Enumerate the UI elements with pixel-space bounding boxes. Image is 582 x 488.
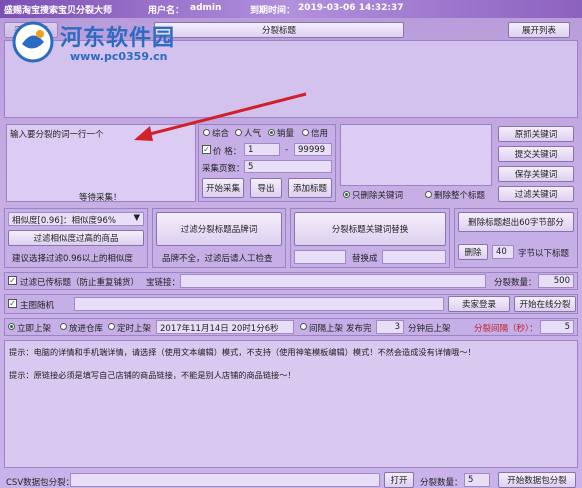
price-checkbox[interactable]: ✓ <box>202 145 211 154</box>
sort-option-3: 信用 <box>311 129 329 139</box>
publish-warehouse-label: 放进仓库 <box>69 324 104 334</box>
similarity-hint: 建议选择过滤0.96以上的相似度 <box>12 254 133 264</box>
submit-keyword-button[interactable]: 提交关键词 <box>498 146 574 162</box>
price-min-input[interactable]: 1 <box>244 143 280 156</box>
original-keyword-button[interactable]: 原抓关键词 <box>498 126 574 142</box>
tips-log-area[interactable]: 提示：电脑的详情和手机端详情，请选择（使用文本编辑）模式，不支持（使用神笔模板编… <box>4 340 578 468</box>
bottom-split-count-input[interactable]: 5 <box>464 473 490 487</box>
delete-short-button[interactable]: 删除 <box>458 244 488 260</box>
price-separator: - <box>285 145 289 155</box>
expiry-value: 2019-03-06 14:32:37 <box>298 3 404 13</box>
minutes-after-label: 分钟后上架 <box>408 324 451 334</box>
delete-length-suffix: 字节以下标题 <box>518 249 570 259</box>
split-interval-input[interactable]: 5 <box>540 320 574 334</box>
split-interval-label: 分裂间隔（秒）： <box>474 324 538 334</box>
watermark: 河东软件园 www.pc0359.cn <box>10 18 240 68</box>
save-keyword-button[interactable]: 保存关键词 <box>498 166 574 182</box>
split-count-input[interactable]: 500 <box>538 274 574 288</box>
pages-label: 采集页数： <box>202 164 245 174</box>
expand-list-button[interactable]: 展开列表 <box>508 22 570 38</box>
publish-scheduled-radio[interactable] <box>108 323 115 330</box>
main-image-label: 主图随机 <box>20 301 55 311</box>
filter-brand-button[interactable]: 过滤分裂标题品牌词 <box>156 212 282 246</box>
sort-option-2: 销量 <box>277 129 295 139</box>
split-count-label: 分裂数量： <box>494 278 537 288</box>
replace-label: 替换成 <box>352 254 378 264</box>
publish-minutes-input[interactable]: 3 <box>376 320 404 334</box>
watermark-site-name: 河东软件园 <box>60 25 176 51</box>
title-bar: 盛赐淘宝搜索宝贝分裂大师 用户名： admin 到期时间： 2019-03-06… <box>0 0 582 18</box>
similarity-select-value: 相似度[0.96]：相似度96% <box>12 216 116 226</box>
interval-publish-radio[interactable] <box>300 323 307 330</box>
replace-to-input[interactable] <box>382 250 446 264</box>
sort-radio-2[interactable] <box>268 129 275 136</box>
brand-filter-hint: 品牌不全，过滤后请人工检查 <box>162 254 273 264</box>
delete-keyword-radio[interactable] <box>343 191 350 198</box>
filter-used-label: 过滤已传标题（防止重复铺货） <box>20 278 140 288</box>
delete-title-label: 删除整个标题 <box>434 191 486 201</box>
tip-line-1: 提示：电脑的详情和手机端详情，请选择（使用文本编辑）模式，不支持（使用神笔模板编… <box>9 347 476 357</box>
replace-from-input[interactable] <box>294 250 346 264</box>
add-title-button[interactable]: 添加标题 <box>288 178 332 198</box>
user-name: admin <box>190 3 222 13</box>
watermark-logo-icon <box>12 21 54 63</box>
online-split-button[interactable]: 开始在线分裂 <box>514 296 576 312</box>
csv-path-input[interactable] <box>70 473 380 487</box>
tip-line-2: 提示：原链接必须是填写自己店铺的商品链接，不能是别人店铺的商品链接～！ <box>9 370 296 380</box>
sort-radio-0[interactable] <box>203 129 210 136</box>
export-button[interactable]: 导出 <box>250 178 282 198</box>
publish-warehouse-radio[interactable] <box>60 323 67 330</box>
filter-similarity-button[interactable]: 过滤相似度过高的商品 <box>8 230 144 246</box>
filter-used-checkbox[interactable]: ✓ <box>8 276 17 285</box>
chevron-down-icon: ▼ <box>133 213 140 223</box>
delete-title-radio[interactable] <box>425 191 432 198</box>
user-label: 用户名： <box>148 6 185 16</box>
delete-keyword-label: 只删除关键词 <box>352 191 404 201</box>
main-image-checkbox[interactable]: ✓ <box>8 299 17 308</box>
sort-option-0: 综合 <box>212 129 230 139</box>
trim-length-button[interactable]: 删除标题超出60字节部分 <box>458 212 574 232</box>
delete-length-input[interactable]: 40 <box>492 245 514 259</box>
price-max-input[interactable]: 99999 <box>294 143 332 156</box>
collect-button[interactable]: 开始采集 <box>202 178 244 198</box>
publish-now-radio[interactable] <box>8 323 15 330</box>
interval-publish-label: 间隔上架 <box>309 324 344 334</box>
sort-option-1: 人气 <box>244 129 262 139</box>
app-title: 盛赐淘宝搜索宝贝分裂大师 <box>4 6 113 16</box>
publish-done-label: 发布完 <box>346 324 372 334</box>
start-package-split-button[interactable]: 开始数据包分裂 <box>498 472 576 488</box>
price-label: 价 格： <box>213 147 242 157</box>
watermark-url: www.pc0359.cn <box>70 50 168 63</box>
seller-login-button[interactable]: 卖家登录 <box>448 296 510 312</box>
sort-radio-1[interactable] <box>235 129 242 136</box>
replace-keyword-button[interactable]: 分裂标题关键词替换 <box>294 212 446 246</box>
publish-now-label: 立即上架 <box>17 324 52 334</box>
expiry-label: 到期时间： <box>250 6 296 16</box>
keyword-placeholder: 输入要分裂的词一行一个 <box>10 130 104 140</box>
main-image-input[interactable] <box>74 297 444 311</box>
csv-label: CSV数据包分裂： <box>6 478 75 488</box>
sort-radio-3[interactable] <box>302 129 309 136</box>
filter-words-input[interactable] <box>340 124 492 186</box>
link-label: 宝链接： <box>146 278 181 288</box>
pages-input[interactable]: 5 <box>244 160 332 173</box>
publish-datetime-input[interactable]: 2017年11月14日 20时1分6秒 <box>156 320 294 334</box>
filter-keyword-button[interactable]: 过滤关键词 <box>498 186 574 202</box>
keyword-status: 等待采集！ <box>79 193 122 203</box>
open-csv-button[interactable]: 打开 <box>384 472 414 488</box>
bottom-split-count-label: 分裂数量： <box>420 478 463 488</box>
link-input[interactable] <box>180 274 486 288</box>
similarity-select[interactable]: 相似度[0.96]：相似度96% ▼ <box>8 212 144 226</box>
publish-scheduled-label: 定时上架 <box>117 324 152 334</box>
